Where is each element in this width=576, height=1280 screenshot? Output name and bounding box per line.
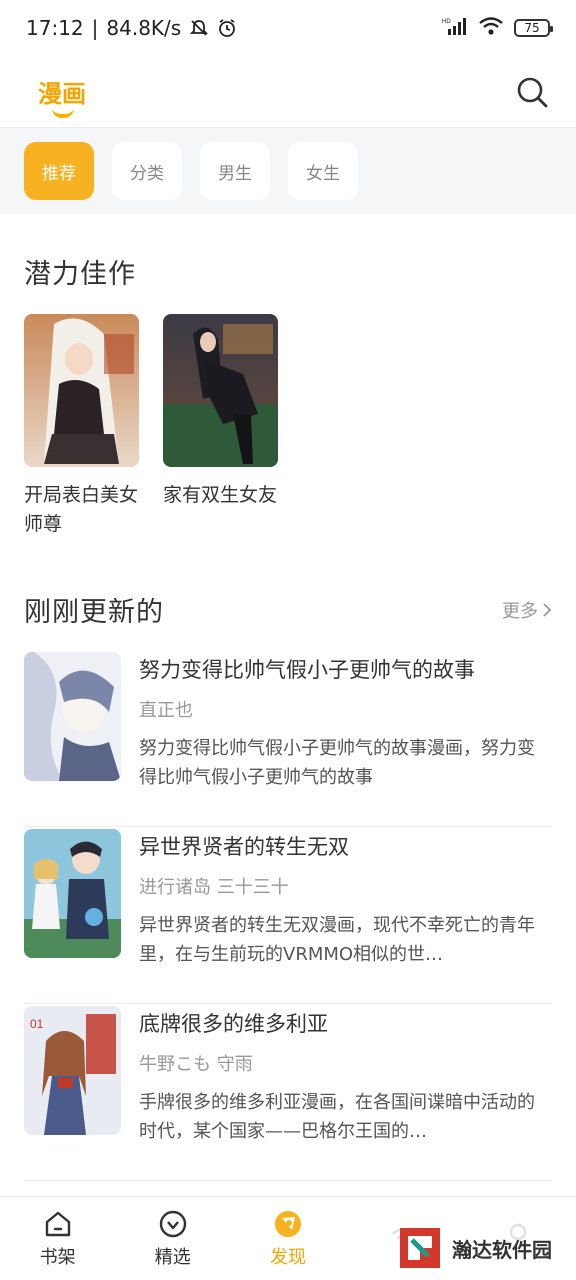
- status-right: HD 75: [442, 16, 553, 40]
- potential-section-title: 潜力佳作: [24, 259, 136, 290]
- mute-icon: [189, 18, 209, 38]
- tab-label: 女生: [306, 163, 340, 184]
- status-left: 17:12 | 84.8K/s: [26, 16, 237, 40]
- page-title: 漫画: [38, 74, 86, 118]
- list-item[interactable]: 01 底牌很多的维多利亚 牛野こも 守雨 手牌很多的维多利亚漫画，在各国间谍暗中…: [24, 1004, 552, 1181]
- comic-cover[interactable]: [163, 314, 278, 467]
- nav-label: 书架: [39, 1246, 76, 1268]
- comic-description: 异世界贤者的转生无双漫画，现代不幸死亡的青年里，在与生前玩的VRMMO相似的世…: [139, 915, 535, 965]
- status-bar: 17:12 | 84.8K/s HD 75: [0, 0, 576, 56]
- tab-female[interactable]: 女生: [288, 142, 358, 200]
- comic-description: 努力变得比帅气假小子更帅气的故事漫画，努力变得比帅气假小子更帅气的故事: [139, 738, 535, 788]
- wifi-icon: [478, 16, 504, 40]
- category-tabs: 推荐 分类 男生 女生: [0, 128, 576, 214]
- heart-circle-icon: [159, 1210, 186, 1237]
- more-link[interactable]: 更多: [502, 597, 552, 623]
- potential-list: 开局表白美女师尊 家有双生女友: [24, 314, 278, 539]
- list-item[interactable]: 异世界贤者的转生无双 进行诸岛 三十三十 异世界贤者的转生无双漫画，现代不幸死亡…: [24, 827, 552, 1004]
- title-underline: [52, 108, 74, 118]
- app-header: 漫画: [0, 56, 576, 128]
- comic-description: 手牌很多的维多利亚漫画，在各国间谍暗中活动的时代，某个国家——巴格尔王国的…: [139, 1092, 535, 1142]
- comic-author: 直正也: [139, 700, 193, 721]
- potential-item[interactable]: 开局表白美女师尊: [24, 314, 139, 539]
- chevron-right-icon: [543, 603, 552, 617]
- comic-name[interactable]: 开局表白美女师尊: [24, 481, 139, 539]
- search-button[interactable]: [514, 74, 550, 110]
- tab-label: 推荐: [42, 163, 76, 184]
- tab-recommend[interactable]: 推荐: [24, 142, 94, 200]
- watermark-logo-icon: [398, 1226, 442, 1270]
- status-net-speed: 84.8K/s: [106, 16, 182, 40]
- home-icon: [45, 1211, 70, 1236]
- page-title-text: 漫画: [38, 80, 86, 108]
- nav-label: 精选: [154, 1246, 191, 1268]
- alarm-icon: [217, 18, 237, 38]
- comic-cover[interactable]: [24, 314, 139, 467]
- comic-name[interactable]: 家有双生女友: [163, 481, 278, 510]
- updated-section-title: 刚刚更新的: [24, 597, 164, 628]
- more-label: 更多: [502, 601, 538, 622]
- status-divider: |: [91, 16, 99, 40]
- comic-title[interactable]: 异世界贤者的转生无双: [139, 831, 552, 861]
- comic-cover[interactable]: 01: [24, 1006, 121, 1135]
- cellular-icon: HD: [442, 16, 468, 40]
- battery-level: 75: [524, 21, 540, 35]
- status-time: 17:12: [26, 16, 84, 40]
- comic-title[interactable]: 努力变得比帅气假小子更帅气的故事: [139, 654, 552, 684]
- updated-list: 努力变得比帅气假小子更帅气的故事 直正也 努力变得比帅气假小子更帅气的故事漫画，…: [24, 650, 552, 1181]
- watermark: 瀚达软件园: [392, 1222, 558, 1274]
- watermark-text: 瀚达软件园: [452, 1237, 552, 1262]
- list-info: 异世界贤者的转生无双 进行诸岛 三十三十 异世界贤者的转生无双漫画，现代不幸死亡…: [139, 829, 552, 1003]
- svg-text:HD: HD: [442, 19, 451, 25]
- tab-label: 分类: [130, 163, 164, 184]
- nav-label: 发现: [270, 1246, 306, 1268]
- search-icon: [517, 77, 548, 107]
- nav-discover[interactable]: 发现: [230, 1197, 345, 1280]
- svg-text:01: 01: [30, 1017, 44, 1031]
- tab-label: 男生: [218, 163, 252, 184]
- discover-icon: [275, 1210, 301, 1237]
- list-item[interactable]: 努力变得比帅气假小子更帅气的故事 直正也 努力变得比帅气假小子更帅气的故事漫画，…: [24, 650, 552, 827]
- comic-cover[interactable]: [24, 652, 121, 781]
- list-info: 努力变得比帅气假小子更帅气的故事 直正也 努力变得比帅气假小子更帅气的故事漫画，…: [139, 652, 552, 826]
- nav-bookshelf[interactable]: 书架: [0, 1197, 115, 1280]
- comic-title[interactable]: 底牌很多的维多利亚: [139, 1008, 552, 1038]
- nav-featured[interactable]: 精选: [115, 1197, 230, 1280]
- comic-cover[interactable]: [24, 829, 121, 958]
- list-info: 底牌很多的维多利亚 牛野こも 守雨 手牌很多的维多利亚漫画，在各国间谍暗中活动的…: [139, 1006, 552, 1180]
- battery-icon: 75: [514, 19, 553, 37]
- comic-author: 牛野こも 守雨: [139, 1054, 253, 1075]
- potential-item[interactable]: 家有双生女友: [163, 314, 278, 539]
- tab-male[interactable]: 男生: [200, 142, 270, 200]
- comic-author: 进行诸岛 三十三十: [139, 877, 289, 898]
- tab-category[interactable]: 分类: [112, 142, 182, 200]
